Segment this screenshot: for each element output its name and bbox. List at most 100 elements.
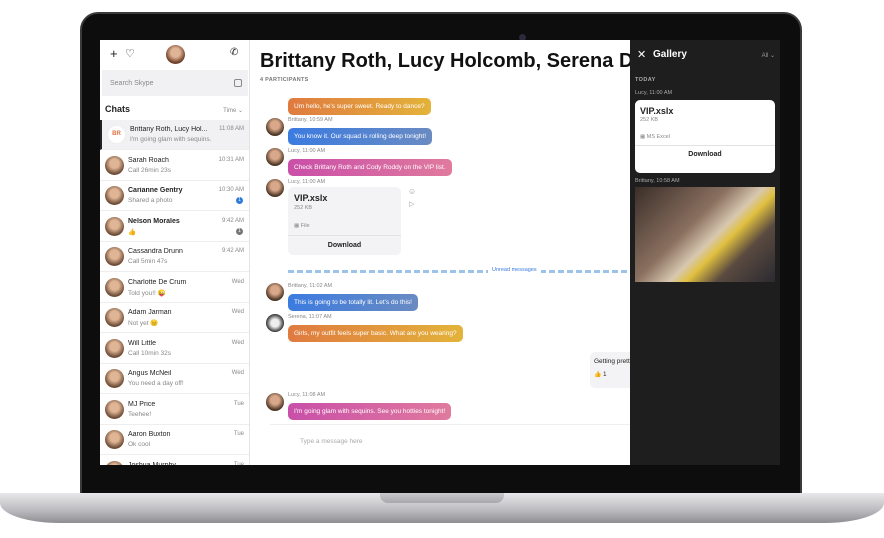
- avatar: [105, 186, 124, 205]
- shared-photo[interactable]: [635, 187, 775, 282]
- call-icon[interactable]: ✆: [230, 47, 238, 58]
- file-card: VIP.xslx 252 KB ▦ File Download: [288, 187, 401, 255]
- chat-preview: You need a day off!: [128, 380, 184, 387]
- avatar: [266, 314, 284, 332]
- chat-name: Nelson Morales: [128, 217, 180, 225]
- chat-name: Charlotte De Crum: [128, 278, 187, 286]
- unread-badge: 1: [236, 197, 243, 204]
- chat-list-item[interactable]: MJ Price Teehee! Tue: [100, 395, 249, 425]
- gallery-panel: ✕ Gallery All ⌄ TODAY Lucy, 11:00 AM VIP…: [630, 40, 780, 465]
- participants-count[interactable]: 4 PARTICIPANTS: [260, 77, 309, 83]
- chat-preview: Not yet 😐: [128, 320, 159, 327]
- avatar: [105, 399, 124, 419]
- chat-name: Angus McNeil: [128, 370, 172, 377]
- sort-dropdown[interactable]: Time ⌄: [223, 107, 243, 114]
- chat-preview: Shared a photo: [128, 197, 173, 204]
- avatar: [266, 148, 284, 166]
- avatar: [266, 283, 284, 301]
- filter-dropdown[interactable]: All ⌄: [762, 52, 775, 59]
- excel-icon: ▦: [640, 134, 646, 140]
- search-placeholder: Search Skype: [110, 80, 154, 87]
- chat-time: 10:31 AM: [218, 156, 244, 163]
- gallery-title: Gallery: [653, 49, 687, 60]
- message: Lucy, 11:08 AM I'm going glam with sequin…: [288, 392, 452, 420]
- chat-list-item[interactable]: Will Little Call 10min 32s Wed: [100, 334, 249, 364]
- chat-list-item[interactable]: Carianne Gentry Shared a photo 10:30 AM …: [100, 181, 249, 211]
- message: Serena, 11:07 AM Girls, my outfit feels s…: [288, 314, 463, 342]
- message-bubble[interactable]: This is going to be totally lit. Let's d…: [288, 294, 418, 311]
- dialpad-icon[interactable]: [234, 79, 242, 87]
- chat-time: Tue: [233, 400, 244, 407]
- wave-line: [288, 270, 630, 273]
- file-name: VIP.xslx: [294, 193, 328, 203]
- chat-name: MJ Price: [128, 400, 156, 408]
- avatar: [105, 277, 124, 297]
- message-bubble[interactable]: I'm going glam with sequins. See you hot…: [288, 403, 452, 420]
- chat-list-item[interactable]: Angus McNeil You need a day off! Wed: [100, 364, 249, 394]
- section-heading: TODAY: [635, 77, 656, 83]
- download-button[interactable]: Download: [288, 235, 401, 255]
- chat-preview: Call 10min 32s: [128, 349, 171, 357]
- message-meta: Lucy, 11:08 AM: [288, 392, 326, 398]
- message-input[interactable]: Type a message here: [270, 424, 630, 445]
- chat-time: Tue: [233, 461, 244, 466]
- skype-window: + ♡ ✆ Search Skype Chats Time ⌄ BR Britt…: [100, 40, 780, 465]
- chat-preview: Teehee!: [128, 410, 152, 418]
- chat-time: Tue: [233, 431, 244, 437]
- chat-list-item[interactable]: Charlotte De Crum Told you!! 😜 Wed: [100, 273, 249, 303]
- chat-list-item[interactable]: Cassandra Drunn Call 5min 47s 9:42 AM: [100, 242, 249, 272]
- avatar: [105, 460, 124, 465]
- filter-label: All: [761, 53, 769, 59]
- gallery-file-meta: Lucy, 11:00 AM: [635, 90, 673, 96]
- chat-preview: I'm going glam with sequins.: [130, 136, 212, 143]
- chat-preview: Ok cool: [128, 441, 151, 448]
- avatar: [105, 155, 124, 175]
- chat-list-item[interactable]: Aaron Buxton Ok cool Tue: [100, 425, 249, 455]
- avatar: [105, 308, 124, 327]
- chat-name: Joshua Murphy: [128, 461, 176, 466]
- chat-time: Wed: [231, 370, 244, 376]
- avatar: [266, 179, 284, 197]
- chat-preview: Told you!! 😜: [128, 289, 166, 297]
- laptop-notch: [380, 493, 504, 503]
- chat-time: 10:30 AM: [218, 187, 244, 193]
- reaction-icon[interactable]: ☺: [408, 187, 416, 196]
- message-bubble[interactable]: Um hello, he's super sweet. Ready to dan…: [288, 98, 431, 115]
- avatar: [105, 216, 124, 236]
- message-meta: Serena, 11:07 AM: [288, 314, 332, 320]
- chat-list-item[interactable]: Sarah Roach Call 26min 23s 10:31 AM: [100, 151, 249, 181]
- message-bubble[interactable]: You know it. Our squad is rolling deep t…: [288, 128, 433, 145]
- chat-time: 11:08 AM: [219, 126, 244, 132]
- forward-icon[interactable]: ▷: [409, 200, 414, 208]
- message-bubble[interactable]: Check Brittany Roth and Cody Roddy on th…: [288, 159, 452, 176]
- sidebar: + ♡ ✆ Search Skype Chats Time ⌄ BR Britt…: [100, 40, 250, 465]
- message-bubble[interactable]: Girls, my outfit feels super basic. What…: [288, 325, 463, 342]
- add-icon[interactable]: +: [110, 46, 118, 61]
- chat-list-item[interactable]: Joshua Murphy Tue: [100, 456, 249, 466]
- chats-heading: Chats: [105, 104, 131, 114]
- gallery-file-card: VIP.xslx 252 KB ▦ MS Excel Download: [635, 100, 775, 173]
- file-type: File: [300, 223, 310, 229]
- file-message: Lucy, 11:00 AM VIP.xslx 252 KB ▦ File Downl…: [288, 179, 401, 255]
- chat-list-item[interactable]: BR Brittany Roth, Lucy Hol... I'm going …: [100, 120, 249, 150]
- close-icon[interactable]: ✕: [637, 48, 646, 61]
- avatar: [266, 118, 284, 136]
- chat-name: Carianne Gentry: [128, 187, 183, 194]
- chat-name: Will Little: [128, 339, 157, 347]
- chat-time: Wed: [231, 278, 244, 285]
- search-input[interactable]: Search Skype: [102, 70, 248, 96]
- heart-icon[interactable]: ♡: [125, 47, 135, 60]
- chat-list-item[interactable]: Adam Jarman Not yet 😐 Wed: [100, 303, 249, 333]
- chat-list-item[interactable]: Nelson Morales 👍 9:42 AM 1: [100, 212, 249, 242]
- chat-preview: 👍: [128, 228, 137, 236]
- sort-label: Time: [223, 108, 237, 114]
- profile-avatar[interactable]: [166, 45, 185, 64]
- unread-divider: Unread messages: [288, 267, 630, 275]
- avatar: [105, 338, 124, 358]
- chat-name: Adam Jarman: [128, 309, 172, 316]
- file-type: MS Excel: [646, 134, 670, 140]
- avatar: [105, 247, 124, 266]
- download-button[interactable]: Download: [635, 145, 775, 163]
- chat-name: Cassandra Drunn: [128, 248, 183, 255]
- avatar: BR: [107, 125, 126, 144]
